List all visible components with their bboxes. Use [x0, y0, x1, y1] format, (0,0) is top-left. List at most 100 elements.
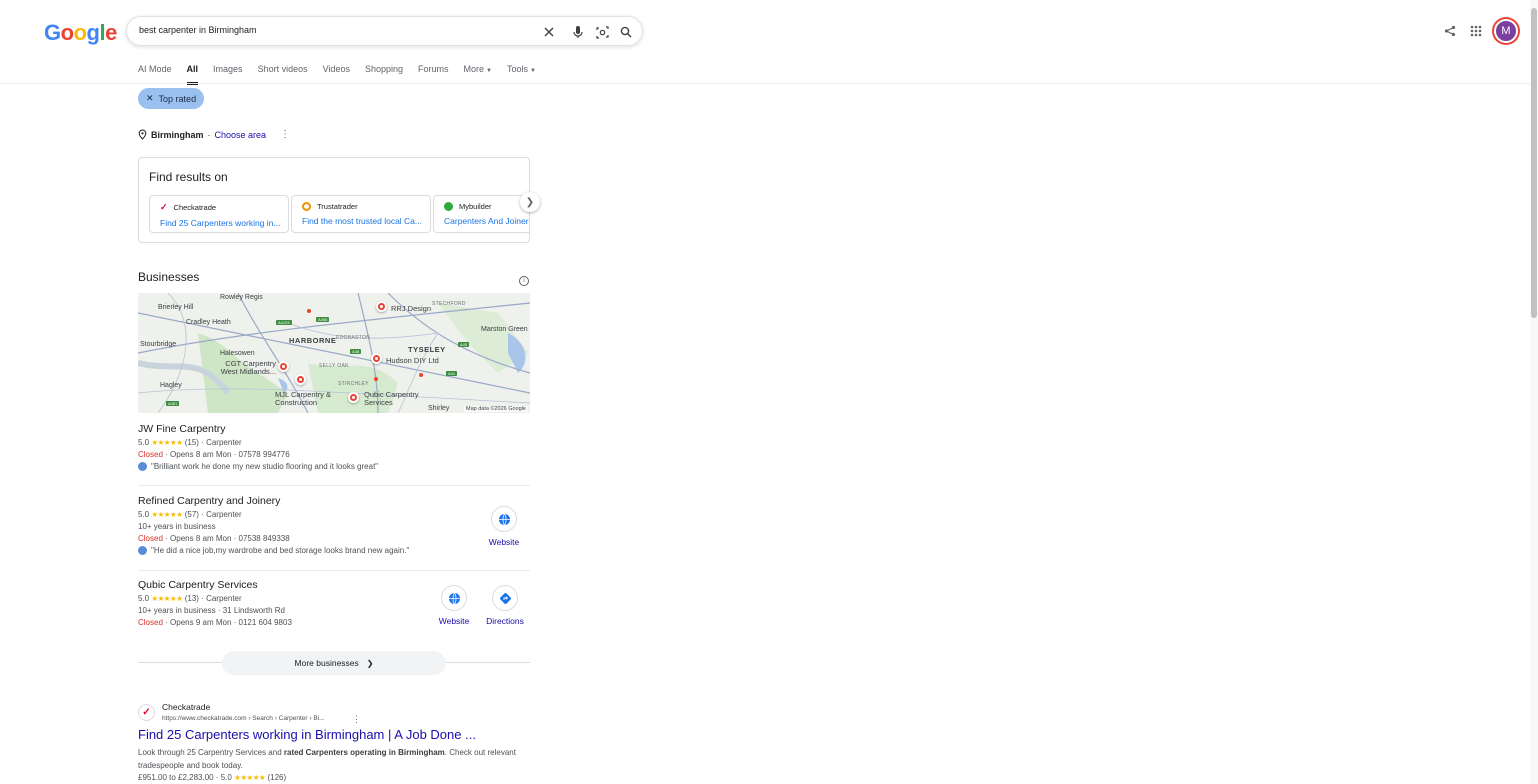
camera-lens-icon[interactable]	[593, 23, 611, 41]
star-rating-icon: ★★★★★	[151, 594, 183, 603]
tab-tools[interactable]: Tools ▼	[507, 64, 536, 85]
result-url[interactable]: https://www.checkatrade.com › Search › C…	[162, 715, 325, 722]
map-label: HARBORNE	[289, 336, 337, 345]
tab-forums[interactable]: Forums	[418, 64, 449, 85]
businesses-map[interactable]: Rowley Regis Brierley Hill Cradley Heath…	[138, 293, 530, 413]
find-results-card: Find results on ✓ Checkatrade Find 25 Car…	[138, 157, 530, 243]
trustatrader-logo-icon	[302, 202, 311, 211]
provider-link[interactable]: Find the most trusted local Ca...	[302, 216, 430, 226]
tab-more[interactable]: More ▼	[464, 64, 492, 85]
page-scrollbar[interactable]	[1530, 0, 1538, 784]
search-icon[interactable]	[617, 23, 635, 41]
more-options-icon[interactable]: ⋮	[280, 129, 290, 140]
website-label: Website	[488, 537, 520, 547]
tabs-divider	[0, 83, 1530, 84]
chevron-right-icon[interactable]: ❯	[520, 192, 540, 212]
status-closed: Closed	[138, 450, 163, 459]
star-rating-icon: ★★★★★	[151, 510, 183, 519]
pin-label: RRJ Design	[391, 304, 432, 313]
tab-all[interactable]: All	[186, 64, 199, 85]
business-category: · Carpenter	[201, 438, 242, 447]
pin-label: CGT Carpentry West Midlands...	[220, 359, 276, 376]
checkatrade-favicon-icon[interactable]: ✓	[138, 704, 155, 721]
more-businesses-button[interactable]: More businesses ❯	[222, 651, 446, 675]
info-icon[interactable]: i	[519, 276, 529, 286]
rating-value: 5.0	[138, 510, 150, 519]
tab-shopping[interactable]: Shopping	[365, 64, 403, 85]
find-results-title: Find results on	[149, 170, 228, 184]
tab-tools-label: Tools	[506, 64, 528, 74]
business-name[interactable]: JW Fine Carpentry	[138, 423, 530, 435]
hours-phone: · Opens 8 am Mon · 07578 994776	[165, 450, 290, 459]
apps-grid-icon[interactable]	[1468, 23, 1484, 39]
mybuilder-logo-icon	[444, 202, 453, 211]
tab-images[interactable]: Images	[213, 64, 243, 85]
business-listing[interactable]: Refined Carpentry and Joinery 5.0 ★★★★★ …	[138, 495, 530, 555]
map-dot	[374, 377, 378, 381]
review-row: "Brilliant work he done my new studio fl…	[138, 462, 530, 471]
rating-count: (15)	[184, 438, 199, 447]
location-name: Birmingham	[151, 129, 204, 140]
pin-label: MJL Carpentry & Construction	[275, 390, 331, 407]
price-range: £951.00 to £2,283.00 · 5.0	[138, 773, 232, 782]
map-pin-rrj-design[interactable]	[376, 301, 387, 312]
globe-icon	[441, 585, 467, 611]
search-input[interactable]: best carpenter in Birmingham	[139, 25, 257, 35]
rating-row: 5.0 ★★★★★ (57) · Carpenter	[138, 510, 530, 519]
map-credit: Map data ©2026 Google	[463, 406, 528, 412]
google-logo[interactable]: Google	[44, 20, 117, 46]
more-options-icon[interactable]: ⋮	[352, 714, 361, 725]
directions-button[interactable]: Directions	[484, 585, 526, 626]
rating-count: (126)	[267, 773, 287, 782]
map-pin-qubic-carpentry[interactable]	[348, 392, 359, 403]
filter-chip-top-rated[interactable]: ✕ Top rated	[138, 88, 205, 109]
map-pin-cgt-carpentry[interactable]	[278, 361, 289, 372]
tab-videos[interactable]: Videos	[323, 64, 350, 85]
location-separator: ·	[207, 129, 211, 140]
hours-phone: · Opens 9 am Mon · 0121 604 9803	[165, 618, 292, 627]
website-button[interactable]: Website	[484, 506, 524, 547]
status-closed: Closed	[138, 534, 163, 543]
provider-checkatrade[interactable]: ✓ Checkatrade Find 25 Carpenters working …	[149, 195, 289, 233]
rating-value: 5.0	[138, 594, 150, 603]
map-label: Hagley	[160, 382, 182, 389]
business-listing[interactable]: JW Fine Carpentry 5.0 ★★★★★ (15) · Carpe…	[138, 423, 530, 471]
business-category: · Carpenter	[201, 594, 242, 603]
search-box[interactable]: best carpenter in Birmingham	[126, 16, 643, 46]
result-title-link[interactable]: Find 25 Carpenters working in Birmingham…	[138, 727, 476, 742]
checkatrade-logo-icon: ✓	[160, 202, 168, 212]
close-icon[interactable]: ✕	[146, 93, 154, 104]
businesses-title: Businesses	[138, 270, 200, 284]
choose-area-link[interactable]: Choose area	[215, 130, 267, 140]
tab-short-videos[interactable]: Short videos	[258, 64, 308, 85]
account-avatar[interactable]: M	[1494, 19, 1518, 43]
provider-name: Trustatrader	[317, 202, 358, 211]
caret-down-icon: ▼	[486, 68, 492, 74]
map-dot	[419, 373, 423, 377]
road-sign: A45	[458, 342, 470, 347]
map-pin-hudson-diy[interactable]	[371, 353, 382, 364]
microphone-icon[interactable]	[569, 23, 587, 41]
status-closed: Closed	[138, 618, 163, 627]
provider-trustatrader[interactable]: Trustatrader Find the most trusted local…	[291, 195, 431, 233]
rating-row: 5.0 ★★★★★ (15) · Carpenter	[138, 438, 530, 447]
tab-ai-mode[interactable]: AI Mode	[138, 64, 172, 85]
website-button[interactable]: Website	[434, 585, 474, 626]
result-site-name[interactable]: Checkatrade	[162, 702, 210, 712]
search-tabs: AI Mode All Images Short videos Videos S…	[138, 64, 551, 85]
business-name[interactable]: Refined Carpentry and Joinery	[138, 495, 530, 507]
more-businesses-label: More businesses	[294, 658, 359, 668]
provider-link[interactable]: Find 25 Carpenters working in...	[160, 218, 288, 228]
share-icon[interactable]	[1442, 23, 1458, 39]
map-label: Halesowen	[220, 350, 255, 357]
map-pin-mjl-carpentry[interactable]	[295, 374, 306, 385]
business-extra: 10+ years in business	[138, 522, 216, 531]
scrollbar-thumb[interactable]	[1531, 8, 1537, 318]
provider-mybuilder[interactable]: Mybuilder Carpenters And Joiners	[433, 195, 529, 233]
divider	[138, 485, 530, 486]
reviewer-avatar-icon	[138, 546, 147, 555]
clear-icon[interactable]	[540, 23, 558, 41]
road-sign: A41	[446, 371, 458, 376]
provider-link[interactable]: Carpenters And Joiners	[444, 216, 529, 226]
review-row: "He did a nice job,my wardrobe and bed s…	[138, 546, 530, 555]
